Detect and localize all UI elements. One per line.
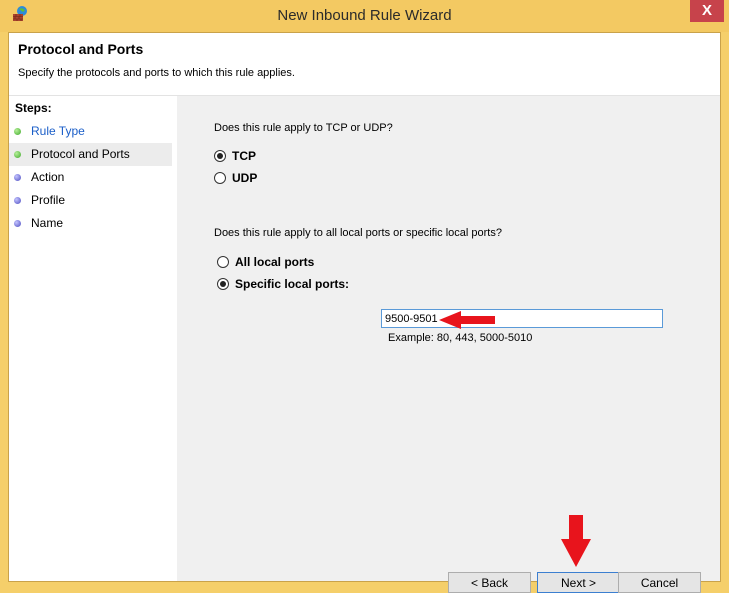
close-icon: X xyxy=(701,2,712,19)
window-title: New Inbound Rule Wizard xyxy=(277,7,452,24)
step-label: Profile xyxy=(31,193,66,207)
ports-question: Does this rule apply to all local ports … xyxy=(214,227,502,239)
steps-sidebar: Steps: Rule Type Protocol and Ports Acti… xyxy=(9,96,176,581)
radio-unselected-icon xyxy=(214,172,226,184)
specific-ports-input[interactable] xyxy=(381,309,663,328)
radio-unselected-icon xyxy=(217,256,229,268)
annotation-arrow-down-icon xyxy=(561,515,591,567)
wizard-header: Protocol and Ports Specify the protocols… xyxy=(9,33,720,96)
step-name: Name xyxy=(9,212,172,235)
title-bar: New Inbound Rule Wizard X xyxy=(0,0,729,32)
radio-label: TCP xyxy=(232,149,256,163)
radio-selected-icon xyxy=(214,150,226,162)
protocol-question: Does this rule apply to TCP or UDP? xyxy=(214,122,393,134)
step-pending-icon xyxy=(14,197,21,204)
page-title: Protocol and Ports xyxy=(18,41,144,57)
step-protocol-and-ports: Protocol and Ports xyxy=(9,143,172,166)
step-current-icon xyxy=(14,151,21,158)
step-pending-icon xyxy=(14,220,21,227)
step-pending-icon xyxy=(14,174,21,181)
step-action: Action xyxy=(9,166,172,189)
wizard-client: Protocol and Ports Specify the protocols… xyxy=(8,32,721,593)
step-label: Rule Type xyxy=(31,124,85,138)
close-button[interactable]: X xyxy=(690,0,724,22)
step-done-icon xyxy=(14,128,21,135)
step-profile: Profile xyxy=(9,189,172,212)
step-rule-type[interactable]: Rule Type xyxy=(9,120,172,143)
annotation-arrow-left-icon xyxy=(439,311,495,329)
step-label: Name xyxy=(31,216,64,230)
ports-example: Example: 80, 443, 5000-5010 xyxy=(388,332,533,344)
page-subtitle: Specify the protocols and ports to which… xyxy=(18,67,295,79)
steps-heading: Steps: xyxy=(15,101,52,115)
step-label: Protocol and Ports xyxy=(31,147,130,161)
radio-selected-icon xyxy=(217,278,229,290)
radio-label: All local ports xyxy=(235,255,315,269)
radio-label: Specific local ports: xyxy=(235,277,350,291)
radio-label: UDP xyxy=(232,171,258,185)
content-panel: Does this rule apply to TCP or UDP? TCP … xyxy=(177,96,720,593)
step-label: Action xyxy=(31,170,65,184)
